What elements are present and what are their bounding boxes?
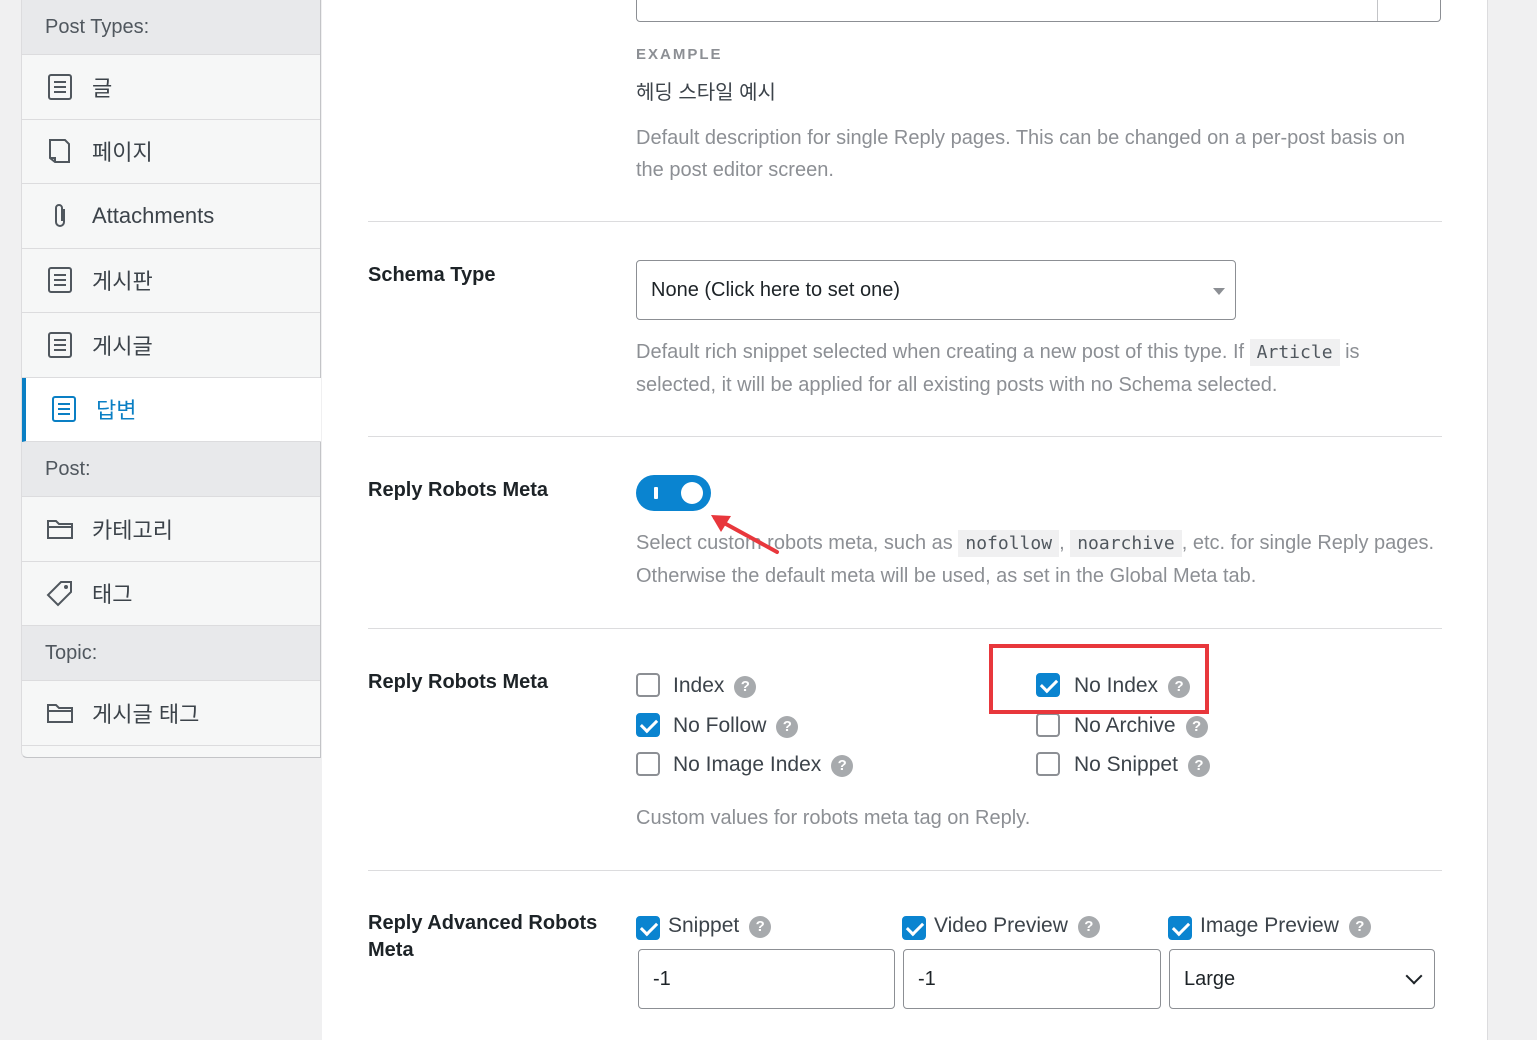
video-preview-label: Video Preview? [934, 913, 1100, 939]
sidebar-item-label: Attachments [92, 202, 215, 228]
sidebar-item-label: 답변 [96, 398, 137, 424]
schema-type-help: Default rich snippet selected when creat… [636, 339, 1360, 396]
schema-type-value: None (Click here to set one) [651, 278, 901, 301]
example-text: 헤딩 스타일 예시 [636, 82, 776, 104]
help-icon[interactable]: ? [1348, 916, 1371, 938]
annotation-arrow-icon [711, 515, 779, 554]
no-archive-checkbox[interactable] [1036, 713, 1060, 737]
no-snippet-checkbox[interactable] [1036, 752, 1060, 776]
sidebar-heading-post-types: Post Types: [22, 0, 320, 55]
sidebar-item-post[interactable]: 글 [22, 55, 320, 120]
help-icon[interactable]: ? [734, 676, 757, 698]
sidebar-heading-topic: Topic: [22, 626, 320, 681]
divider [368, 870, 1442, 871]
paperclip-icon [46, 202, 74, 230]
description-input[interactable] [636, 0, 1441, 22]
document-icon [46, 331, 74, 359]
video-preview-input[interactable]: -1 [903, 949, 1161, 1009]
divider [368, 628, 1442, 629]
post-types-sidebar: Post Types: 글 페이지 Attachments 게시판 게시글 답변… [21, 0, 321, 758]
document-icon [46, 73, 74, 101]
settings-panel: EXAMPLE 헤딩 스타일 예시 Default description fo… [322, 0, 1487, 1040]
help-icon[interactable]: ? [1077, 916, 1100, 938]
document-icon [50, 395, 78, 423]
sidebar-item-label: 카테고리 [92, 517, 173, 543]
no-image-index-checkbox[interactable] [636, 752, 660, 776]
help-icon[interactable]: ? [749, 916, 772, 938]
sidebar-item-label: 페이지 [92, 140, 153, 166]
sidebar-item-label: 태그 [92, 582, 133, 608]
folder-icon [46, 699, 74, 727]
sidebar-item-label: 게시판 [92, 269, 153, 295]
no-image-index-label: No Image Index? [673, 752, 854, 778]
nofollow-code: nofollow [958, 530, 1060, 557]
variables-button[interactable] [1377, 0, 1440, 21]
image-preview-label: Image Preview? [1200, 913, 1371, 939]
index-checkbox[interactable] [636, 673, 660, 697]
no-follow-label: No Follow? [673, 713, 799, 739]
schema-type-select[interactable]: None (Click here to set one) [636, 260, 1236, 320]
no-snippet-label: No Snippet? [1074, 752, 1210, 778]
noarchive-code: noarchive [1070, 530, 1182, 557]
caret-down-icon [1213, 288, 1225, 295]
help-icon[interactable]: ? [1187, 755, 1210, 777]
sidebar-heading-post: Post: [22, 442, 320, 497]
index-label: Index? [673, 673, 757, 699]
sidebar-item-label: 게시글 [92, 333, 153, 359]
document-icon [46, 266, 74, 294]
divider [368, 436, 1442, 437]
annotation-highlight-box [989, 644, 1209, 714]
page-icon [46, 137, 74, 165]
help-icon[interactable]: ? [1185, 716, 1208, 738]
help-icon[interactable]: ? [776, 716, 799, 738]
sidebar-item-label: 글 [92, 75, 113, 101]
folder-icon [46, 515, 74, 543]
sidebar-item-topic-tag[interactable]: 게시글 태그 [22, 681, 320, 746]
image-preview-select[interactable]: Large [1169, 949, 1435, 1009]
snippet-checkbox[interactable] [636, 916, 660, 940]
sidebar-item-category[interactable]: 카테고리 [22, 497, 320, 562]
no-follow-checkbox[interactable] [636, 713, 660, 737]
sidebar-item-attachments[interactable]: Attachments [22, 184, 320, 249]
divider [368, 221, 1442, 222]
sidebar-item-reply[interactable]: 답변 [22, 377, 321, 442]
robots-meta-help: Custom values for robots meta tag on Rep… [636, 807, 1031, 829]
toggle-on-indicator [654, 487, 658, 499]
image-preview-value: Large [1184, 967, 1236, 990]
right-gutter [1487, 0, 1537, 1040]
sidebar-item-board[interactable]: 게시판 [22, 248, 320, 313]
sidebar-item-article[interactable]: 게시글 [22, 313, 320, 378]
robots-meta-label: Reply Robots Meta [368, 671, 549, 693]
video-preview-checkbox[interactable] [902, 916, 926, 940]
image-preview-checkbox[interactable] [1168, 916, 1192, 940]
sidebar-item-page[interactable]: 페이지 [22, 119, 320, 184]
advanced-robots-label: Reply Advanced Robots Meta [368, 912, 598, 961]
sidebar-item-tag[interactable]: 태그 [22, 561, 320, 626]
sidebar-item-label: 게시글 태그 [92, 701, 200, 727]
robots-toggle-label: Reply Robots Meta [368, 479, 549, 501]
snippet-label: Snippet? [668, 913, 772, 939]
schema-type-label: Schema Type [368, 264, 496, 286]
chevron-down-icon [1405, 967, 1423, 985]
tag-icon [46, 579, 74, 607]
snippet-length-input[interactable]: -1 [638, 949, 895, 1009]
help-icon[interactable]: ? [831, 755, 854, 777]
article-code: Article [1249, 339, 1340, 366]
no-archive-label: No Archive? [1074, 713, 1208, 739]
description-help: Default description for single Reply pag… [636, 127, 1405, 181]
example-heading: EXAMPLE [636, 46, 723, 63]
